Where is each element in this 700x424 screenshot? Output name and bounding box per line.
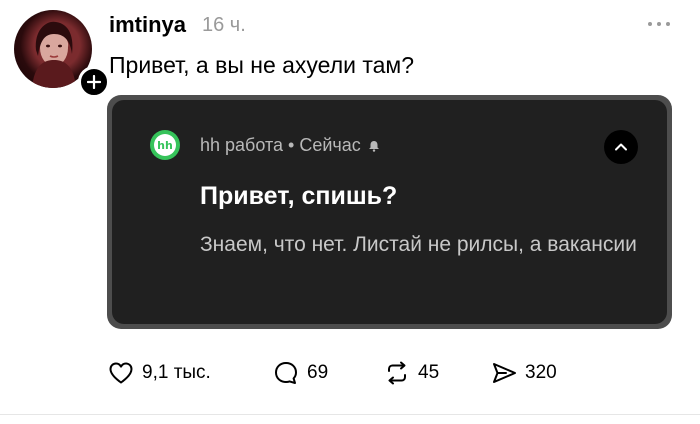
bell-icon (368, 140, 379, 152)
avatar-container[interactable] (14, 10, 110, 98)
share-button[interactable]: 320 (490, 358, 557, 388)
like-button[interactable]: 9,1 тыс. (107, 358, 211, 388)
post-actions: 9,1 тыс. 69 45 320 (107, 358, 587, 388)
post-image[interactable]: hh hh работа • Сейчас Привет, спишь? Зна… (107, 95, 672, 329)
chevron-up-icon (615, 143, 627, 151)
plus-icon (87, 75, 101, 89)
comment-count: 69 (307, 362, 329, 383)
post-timestamp: 16 ч. (202, 14, 246, 36)
send-icon (493, 363, 516, 383)
username[interactable]: imtinya (109, 12, 186, 38)
like-count: 9,1 тыс. (142, 362, 211, 383)
notification-app-label: hh работа • Сейчас (200, 135, 361, 155)
notification-app-line: hh работа • Сейчас (200, 135, 381, 156)
post-text: Привет, а вы не ахуели там? (109, 52, 415, 78)
repost-count: 45 (418, 362, 440, 383)
follow-button[interactable] (78, 66, 110, 98)
more-options-icon[interactable] (644, 14, 674, 34)
notification-card: hh hh работа • Сейчас Привет, спишь? Зна… (112, 100, 667, 324)
hh-app-icon: hh (150, 130, 180, 160)
notification-title: Привет, спишь? (200, 182, 398, 210)
app-icon-text: hh (154, 134, 176, 156)
heart-icon (109, 362, 133, 384)
repost-icon (388, 361, 406, 385)
post-divider (0, 414, 700, 415)
repost-button[interactable]: 45 (383, 358, 439, 388)
collapse-button (604, 130, 638, 164)
share-count: 320 (525, 362, 557, 383)
comment-bubble-icon (275, 362, 297, 384)
comment-button[interactable]: 69 (272, 358, 328, 388)
notification-body: Знаем, что нет. Листай не рилсы, а вакан… (200, 233, 637, 256)
